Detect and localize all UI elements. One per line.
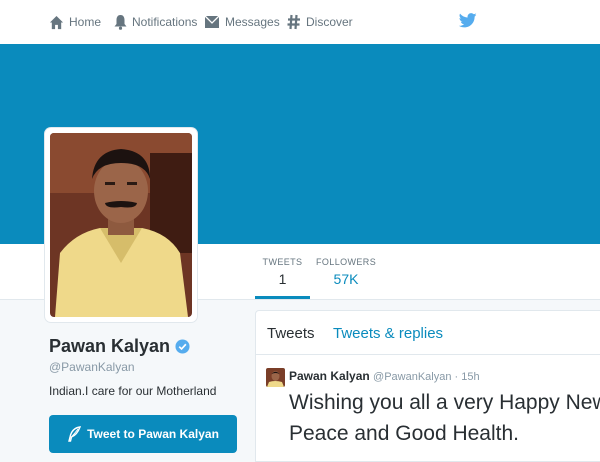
tweet-header: Pawan Kalyan @PawanKalyan · 15h	[289, 369, 480, 383]
profile-handle[interactable]: @PawanKalyan	[49, 360, 135, 374]
timeline: Tweets Tweets & replies Pawan Kalyan @Pa…	[255, 310, 600, 462]
twitter-bird-icon[interactable]	[459, 13, 477, 28]
profile-name-text: Pawan Kalyan	[49, 336, 171, 356]
nav-home-label: Home	[69, 15, 102, 29]
profile-name: Pawan Kalyan	[49, 336, 190, 357]
envelope-icon	[204, 15, 220, 28]
stat-tweets-value: 1	[278, 271, 287, 287]
stat-tweets-label: TWEETS	[262, 257, 303, 267]
tweet-text-line-2: Peace and Good Health.	[289, 422, 519, 445]
verified-badge-icon	[175, 339, 190, 354]
tweet-text-line-1: Wishing you all a very Happy New Ye	[289, 391, 600, 414]
nav-messages-label: Messages	[225, 15, 280, 29]
tweet-author-name[interactable]: Pawan Kalyan	[289, 369, 370, 383]
tweet-author-handle[interactable]: @PawanKalyan	[373, 371, 451, 383]
tab-tweets-and-replies[interactable]: Tweets & replies	[333, 325, 443, 342]
profile-bio: Indian.I care for our Motherland	[49, 384, 217, 398]
nav-messages[interactable]: Messages	[204, 0, 280, 44]
nav-discover-label: Discover	[306, 15, 353, 29]
tweet-to-label: Tweet to Pawan Kalyan	[87, 427, 219, 441]
tweet-to-button[interactable]: Tweet to Pawan Kalyan	[49, 415, 237, 453]
stat-followers-value: 57K	[333, 271, 359, 287]
home-icon	[49, 15, 64, 29]
stat-tweets[interactable]: TWEETS 1	[255, 244, 310, 299]
stat-followers[interactable]: FOLLOWERS 57K	[316, 244, 376, 299]
nav-discover[interactable]: Discover	[287, 0, 353, 44]
avatar-photo	[50, 133, 192, 317]
tweet-separator: ·	[451, 371, 462, 383]
top-navigation: Home Notifications Messages Discover	[0, 0, 600, 45]
nav-home[interactable]: Home	[49, 0, 101, 44]
tab-tweets[interactable]: Tweets	[267, 325, 315, 342]
profile-avatar[interactable]	[45, 128, 197, 322]
quill-icon	[68, 426, 82, 442]
tweet-timestamp[interactable]: 15h	[461, 371, 479, 383]
tweet-text: Wishing you all a very Happy New Ye Peac…	[289, 387, 600, 449]
bell-icon	[114, 15, 127, 30]
stat-followers-label: FOLLOWERS	[316, 257, 377, 267]
hashtag-icon	[287, 14, 300, 30]
tweet-avatar[interactable]	[266, 368, 285, 387]
nav-notifications[interactable]: Notifications	[114, 0, 197, 44]
nav-notifications-label: Notifications	[132, 15, 198, 29]
timeline-divider	[256, 354, 600, 355]
